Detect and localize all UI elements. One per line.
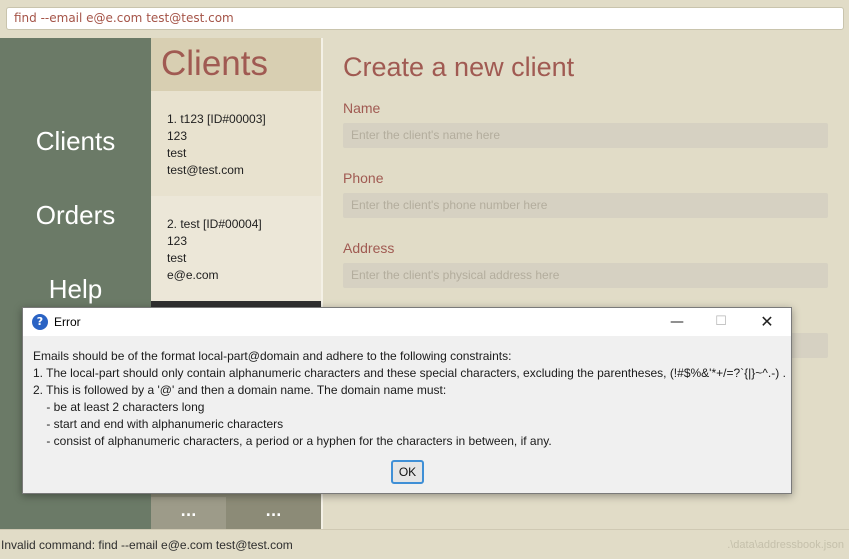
name-label: Name — [343, 100, 381, 116]
client-card[interactable]: 2. test [ID#00004] 123 test e@e.com — [151, 196, 321, 301]
client-list-title: Clients — [161, 44, 268, 83]
client-card-phone: 123 — [167, 234, 188, 248]
status-bar: Invalid command: find --email e@e.com te… — [0, 529, 849, 559]
minimize-button[interactable]: — — [655, 308, 699, 336]
dialog-message-line: 2. This is followed by a '@' and then a … — [33, 383, 447, 397]
phone-input[interactable]: Enter the client's phone number here — [343, 193, 828, 218]
client-list-header: Clients — [151, 38, 321, 91]
error-dialog: ? Error — ☐ ✕ Emails should be of the fo… — [22, 307, 792, 494]
command-input[interactable]: find --email e@e.com test@test.com — [6, 7, 844, 30]
client-card-header: 2. test [ID#00004] — [167, 217, 262, 231]
dialog-message-line: Emails should be of the format local-par… — [33, 349, 512, 363]
form-title: Create a new client — [343, 52, 575, 82]
save-path: .\data\addressbook.json — [727, 539, 844, 551]
client-card-address: test — [167, 146, 187, 160]
nav-item-clients[interactable]: Clients — [0, 126, 151, 157]
dialog-titlebar[interactable]: ? Error — ☐ ✕ — [23, 308, 791, 336]
client-card-email: test@test.com — [167, 163, 244, 177]
dialog-message-line: - consist of alphanumeric characters, a … — [33, 434, 552, 448]
nav-item-help[interactable]: Help — [0, 274, 151, 305]
close-button[interactable]: ✕ — [745, 308, 789, 336]
dialog-message-line: - start and end with alphanumeric charac… — [33, 417, 284, 431]
client-card-address: test — [167, 251, 187, 265]
client-card-phone: 123 — [167, 129, 188, 143]
client-card-email: e@e.com — [167, 268, 219, 282]
dialog-message: Emails should be of the format local-par… — [33, 348, 788, 450]
client-card-header: 1. t123 [ID#00003] — [167, 112, 266, 126]
more-button-right[interactable]: ... — [226, 497, 321, 529]
address-label: Address — [343, 240, 395, 256]
status-message: Invalid command: find --email e@e.com te… — [1, 538, 293, 552]
dialog-message-line: - be at least 2 characters long — [33, 400, 205, 414]
ok-button[interactable]: OK — [391, 460, 424, 484]
address-input[interactable]: Enter the client's physical address here — [343, 263, 828, 288]
more-button-left[interactable]: ... — [151, 497, 226, 529]
command-area: find --email e@e.com test@test.com — [0, 0, 849, 38]
maximize-button[interactable]: ☐ — [699, 308, 743, 336]
question-icon: ? — [32, 314, 48, 330]
dialog-title: Error — [54, 315, 81, 329]
name-input[interactable]: Enter the client's name here — [343, 123, 828, 148]
dialog-message-line: 1. The local-part should only contain al… — [33, 366, 786, 380]
client-card[interactable]: 1. t123 [ID#00003] 123 test test@test.co… — [151, 91, 321, 196]
phone-label: Phone — [343, 170, 384, 186]
nav-item-orders[interactable]: Orders — [0, 200, 151, 231]
